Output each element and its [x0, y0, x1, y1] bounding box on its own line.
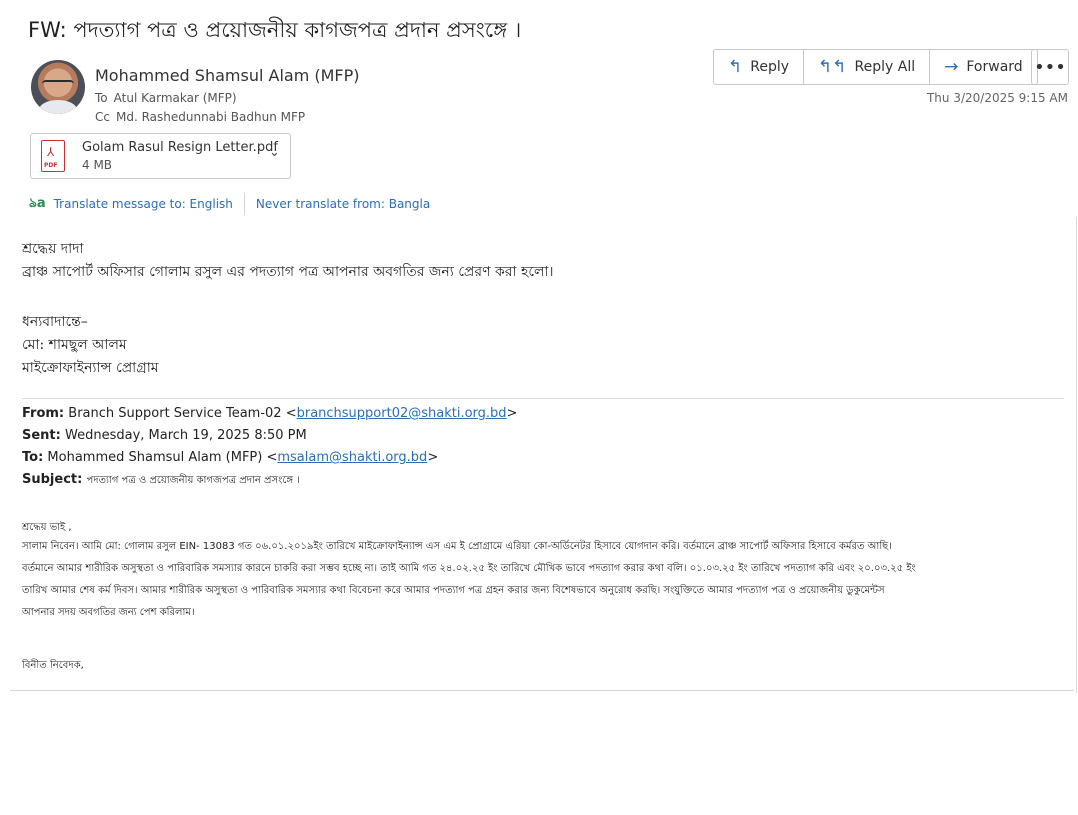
fwd-to-name: Mohammed Shamsul Alam (MFP) < [47, 450, 278, 465]
translate-message-link[interactable]: Translate message to: English [54, 197, 233, 211]
forwarded-signoff: বিনীত নিবেদক, [22, 660, 84, 671]
fwd-subject-value: পদত্যাগ পত্র ও প্রয়োজনীয় কাগজপত্র প্রদ… [86, 475, 300, 486]
attachment-card[interactable]: ⅄ PDF Golam Rasul Resign Letter.pdf 4 MB… [30, 133, 291, 179]
translate-divider [243, 193, 245, 215]
from-close: > [506, 406, 518, 421]
sender-avatar[interactable] [31, 60, 85, 114]
to-label: To [95, 91, 108, 105]
fwd-subject-label: Subject: [22, 472, 83, 487]
cc-recipient[interactable]: Md. Rashedunnabi Badhun MFP [116, 110, 305, 124]
sent-label: Sent: [22, 428, 61, 443]
avatar-shirt [39, 100, 77, 114]
forwarded-from: From: Branch Support Service Team-02 <br… [22, 406, 517, 421]
fwd-to-close: > [427, 450, 439, 465]
body-greeting: শ্রদ্ধেয় দাদা [22, 241, 84, 257]
forwarded-to: To: Mohammed Shamsul Alam (MFP) <msalam@… [22, 450, 438, 465]
reply-all-label: Reply All [854, 59, 916, 75]
body-line: ব্রাঞ্চ সাপোর্ট অফিসার গোলাম রসুল এর পদত… [22, 264, 554, 280]
message-subject: FW: পদত্যাগ পত্র ও প্রয়োজনীয় কাগজপত্র … [28, 18, 522, 42]
attachment-chevron-down-icon[interactable]: ⌄ [269, 145, 280, 160]
forward-divider [22, 398, 1064, 399]
reply-button[interactable]: ↰ Reply [714, 50, 805, 84]
fwd-to-email-link[interactable]: msalam@shakti.org.bd [277, 450, 427, 465]
paragraph-line: বর্তমানে আমার শারীরিক অসুস্থতা ও পারিবার… [22, 563, 916, 574]
reply-icon: ↰ [728, 57, 743, 77]
to-recipient[interactable]: Atul Karmakar (MFP) [114, 91, 237, 105]
attachment-name: Golam Rasul Resign Letter.pdf [82, 140, 278, 155]
body-signature-name: মো: শামছুল আলম [22, 337, 127, 353]
cc-label: Cc [95, 110, 110, 124]
never-translate-link[interactable]: Never translate from: Bangla [256, 197, 430, 211]
sender-name[interactable]: Mohammed Shamsul Alam (MFP) [95, 66, 360, 85]
avatar-glasses [42, 80, 74, 90]
paragraph-line: তারিখ আমার শেষ কর্ম দিবস। আমার শারীরিক অ… [22, 585, 885, 596]
pdf-type-label: PDF [44, 162, 58, 169]
message-actions: ↰ Reply ↰↰ Reply All → Forward [713, 49, 1038, 85]
paragraph-line: আপনার সদয় অবগতির জন্য পেশ করিলাম। [22, 607, 195, 618]
reply-all-button[interactable]: ↰↰ Reply All [804, 50, 931, 84]
to-line: To Atul Karmakar (MFP) [95, 91, 237, 105]
message-date: Thu 3/20/2025 9:15 AM [926, 91, 1068, 105]
horizontal-scrollbar[interactable] [10, 690, 1074, 697]
body-closing: ধন্যবাদান্তে– [22, 314, 88, 330]
from-label: From: [22, 406, 65, 421]
forwarded-sent: Sent: Wednesday, March 19, 2025 8:50 PM [22, 428, 307, 443]
fwd-to-label: To: [22, 450, 44, 465]
attachment-size: 4 MB [82, 158, 113, 172]
forward-icon: → [944, 57, 959, 77]
forwarded-paragraph: সালাম নিবেন। আমি মো: গোলাম রসুল EIN- 130… [22, 536, 1072, 624]
more-actions-button[interactable]: ••• [1031, 49, 1069, 85]
paragraph-line: সালাম নিবেন। আমি মো: গোলাম রসুল EIN- 130… [22, 541, 892, 552]
reply-label: Reply [750, 59, 790, 75]
translate-bar: ঌa Translate message to: English Never t… [29, 193, 430, 215]
translate-icon: ঌa [29, 195, 46, 211]
forward-button[interactable]: → Forward [930, 50, 1037, 84]
body-signature-program: মাইক্রোফাইন্যান্স প্রোগ্রাম [22, 360, 159, 376]
from-email-link[interactable]: branchsupport02@shakti.org.bd [297, 406, 507, 421]
forwarded-subject: Subject: পদত্যাগ পত্র ও প্রয়োজনীয় কাগজ… [22, 472, 300, 490]
acrobat-glyph-icon: ⅄ [47, 145, 55, 159]
sent-value: Wednesday, March 19, 2025 8:50 PM [65, 428, 307, 443]
forward-label: Forward [966, 59, 1023, 75]
cc-line: Cc Md. Rashedunnabi Badhun MFP [95, 110, 305, 124]
pdf-file-icon: ⅄ PDF [41, 140, 65, 172]
forwarded-greeting: শ্রদ্ধেয় ভাই , [22, 522, 72, 533]
from-name: Branch Support Service Team-02 < [68, 406, 297, 421]
reply-all-icon: ↰↰ [818, 57, 847, 77]
more-icon: ••• [1034, 56, 1066, 78]
